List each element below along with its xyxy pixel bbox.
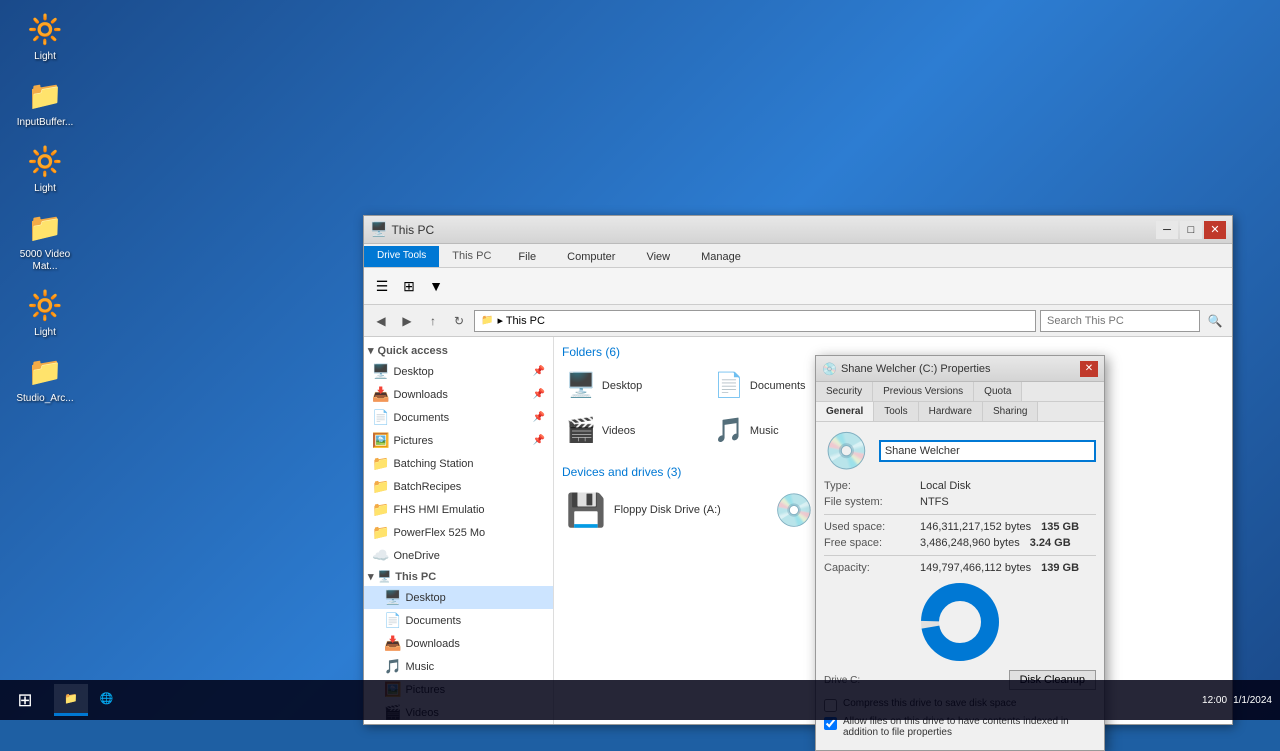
nav-back[interactable]: ◀ [370, 310, 392, 332]
tab-sharing[interactable]: Sharing [983, 402, 1038, 421]
tab-quota[interactable]: Quota [974, 382, 1022, 401]
taskbar-time: 12:00 [1202, 695, 1227, 706]
maximize-button[interactable]: □ [1180, 221, 1202, 239]
tab-drive-tools[interactable]: Drive Tools [364, 246, 439, 267]
free-gb: 3.24 GB [1030, 537, 1071, 549]
disk-donut [920, 582, 1000, 662]
sidebar-item-thispc-downloads[interactable]: 📥Downloads [364, 632, 553, 655]
used-bytes: 146,311,217,152 bytes [920, 521, 1031, 533]
tab-manage[interactable]: Manage [686, 246, 756, 267]
tab-tools[interactable]: Tools [874, 402, 918, 421]
sidebar-item-pictures[interactable]: 🖼️Pictures 📌 [364, 429, 553, 452]
desktop-icon-light4[interactable]: 🔆 Light [5, 281, 85, 343]
ribbon-icon-group: ☰ ⊞ ▼ [370, 274, 448, 298]
sidebar-item-thispc-desktop[interactable]: 🖥️Desktop [364, 586, 553, 609]
device-floppy[interactable]: 💾 Floppy Disk Drive (A:) [562, 487, 762, 533]
tab-computer[interactable]: Computer [552, 246, 630, 267]
prop-row-fs: File system: NTFS [824, 496, 1096, 508]
prop-row-used: Used space: 146,311,217,152 bytes 135 GB [824, 521, 1096, 533]
dialog-titlebar: 💿 Shane Welcher (C:) Properties ✕ [816, 356, 1104, 382]
taskbar-tray: 12:00 1/1/2024 [1202, 695, 1280, 706]
sidebar-item-batchingstation[interactable]: 📁Batching Station [364, 452, 553, 475]
prop-row-free: Free space: 3,486,248,960 bytes 3.24 GB [824, 537, 1096, 549]
nav-refresh[interactable]: ↻ [448, 310, 470, 332]
search-submit[interactable]: 🔍 [1204, 310, 1226, 332]
desktop-icon-inputbuffer[interactable]: 📁 InputBuffer... [5, 71, 85, 133]
tab-file[interactable]: File [503, 246, 551, 267]
explorer-window-title: This PC [391, 223, 1156, 237]
drive-icon-large: 💿 [824, 430, 869, 472]
taskbar-file-explorer[interactable]: 📁 [54, 684, 88, 716]
free-label: Free space: [824, 537, 914, 549]
sidebar-item-batchrecipes[interactable]: 📁BatchRecipes [364, 475, 553, 498]
capacity-label: Capacity: [824, 562, 914, 574]
taskbar: ⊞ 📁 🌐 12:00 1/1/2024 [0, 680, 1280, 720]
tab-hardware[interactable]: Hardware [919, 402, 983, 421]
capacity-bytes: 149,797,466,112 bytes [920, 562, 1031, 574]
folder-videos[interactable]: 🎬 Videos [562, 412, 702, 449]
tab-this-pc[interactable]: This PC [441, 246, 502, 267]
type-label: Type: [824, 480, 914, 492]
desktop-icon-5000[interactable]: 📁 5000 Video Mat... [5, 203, 85, 277]
free-bytes: 3,486,248,960 bytes [920, 537, 1020, 549]
taskbar-date: 1/1/2024 [1233, 695, 1272, 706]
desktop-icon-4[interactable]: 📁 Studio_Arc... [5, 347, 85, 409]
taskbar-edge[interactable]: 🌐 [90, 684, 124, 716]
capacity-gb: 139 GB [1041, 562, 1079, 574]
sidebar: ▾ Quick access 🖥️Desktop 📌 📥Downloads 📌 … [364, 337, 554, 724]
address-input[interactable]: 📁 ▸ This PC [474, 310, 1036, 332]
sidebar-item-desktop[interactable]: 🖥️Desktop 📌 [364, 360, 553, 383]
ribbon-tab-bar: Drive Tools This PC File Computer View M… [364, 244, 1232, 268]
tab-security[interactable]: Security [816, 382, 873, 401]
prop-row-type: Type: Local Disk [824, 480, 1096, 492]
minimize-button[interactable]: ─ [1156, 221, 1178, 239]
dialog-close-button[interactable]: ✕ [1080, 361, 1098, 377]
start-button[interactable]: ⊞ [0, 680, 50, 720]
sidebar-thispc-header[interactable]: ▾ 🖥️ This PC [364, 567, 553, 586]
desktop-icon-light[interactable]: 🔆 Light [5, 5, 85, 67]
explorer-titlebar: 🖥️ This PC ─ □ ✕ [364, 216, 1232, 244]
address-bar: ◀ ▶ ↑ ↻ 📁 ▸ This PC 🔍 [364, 305, 1232, 337]
dialog-title: Shane Welcher (C:) Properties [841, 363, 1080, 375]
address-path: ▸ This PC [497, 314, 545, 327]
drive-icon-row: 💿 [824, 430, 1096, 472]
sidebar-item-documents[interactable]: 📄Documents 📌 [364, 406, 553, 429]
dialog-tabs: Security Previous Versions Quota General… [816, 382, 1104, 422]
nav-up[interactable]: ↑ [422, 310, 444, 332]
search-input[interactable] [1040, 310, 1200, 332]
used-gb: 135 GB [1041, 521, 1079, 533]
sidebar-item-powerflex[interactable]: 📁PowerFlex 525 Mo [364, 521, 553, 544]
nav-forward[interactable]: ▶ [396, 310, 418, 332]
ribbon-icon-view2[interactable]: ⊞ [397, 274, 421, 298]
prop-row-capacity: Capacity: 149,797,466,112 bytes 139 GB [824, 562, 1096, 574]
sidebar-item-thispc-documents[interactable]: 📄Documents [364, 609, 553, 632]
drive-name-input[interactable] [879, 440, 1096, 462]
tab-general[interactable]: General [816, 402, 874, 421]
fs-value: NTFS [920, 496, 949, 508]
ribbon-toolbar: ☰ ⊞ ▼ [364, 268, 1232, 304]
taskbar-items: 📁 🌐 [50, 684, 1202, 716]
type-value: Local Disk [920, 480, 971, 492]
desktop-icon-light2[interactable]: 🔆 Light [5, 137, 85, 199]
ribbon: Drive Tools This PC File Computer View M… [364, 244, 1232, 305]
tab-view[interactable]: View [631, 246, 685, 267]
sidebar-item-fhshmi[interactable]: 📁FHS HMI Emulatio [364, 498, 553, 521]
ribbon-icon-view1[interactable]: ☰ [370, 274, 394, 298]
dialog-tab-row-1: Security Previous Versions Quota [816, 382, 1104, 402]
tab-previous-versions[interactable]: Previous Versions [873, 382, 974, 401]
sidebar-item-onedrive[interactable]: ☁️OneDrive [364, 544, 553, 567]
close-button[interactable]: ✕ [1204, 221, 1226, 239]
dialog-tab-row-2: General Tools Hardware Sharing [816, 402, 1104, 422]
sidebar-item-thispc-music[interactable]: 🎵Music [364, 655, 553, 678]
folder-desktop[interactable]: 🖥️ Desktop [562, 367, 702, 404]
ribbon-icon-view3[interactable]: ▼ [424, 274, 448, 298]
used-label: Used space: [824, 521, 914, 533]
fs-label: File system: [824, 496, 914, 508]
sidebar-item-downloads[interactable]: 📥Downloads 📌 [364, 383, 553, 406]
window-controls: ─ □ ✕ [1156, 221, 1226, 239]
sidebar-quick-access-header[interactable]: ▾ Quick access [364, 341, 553, 360]
